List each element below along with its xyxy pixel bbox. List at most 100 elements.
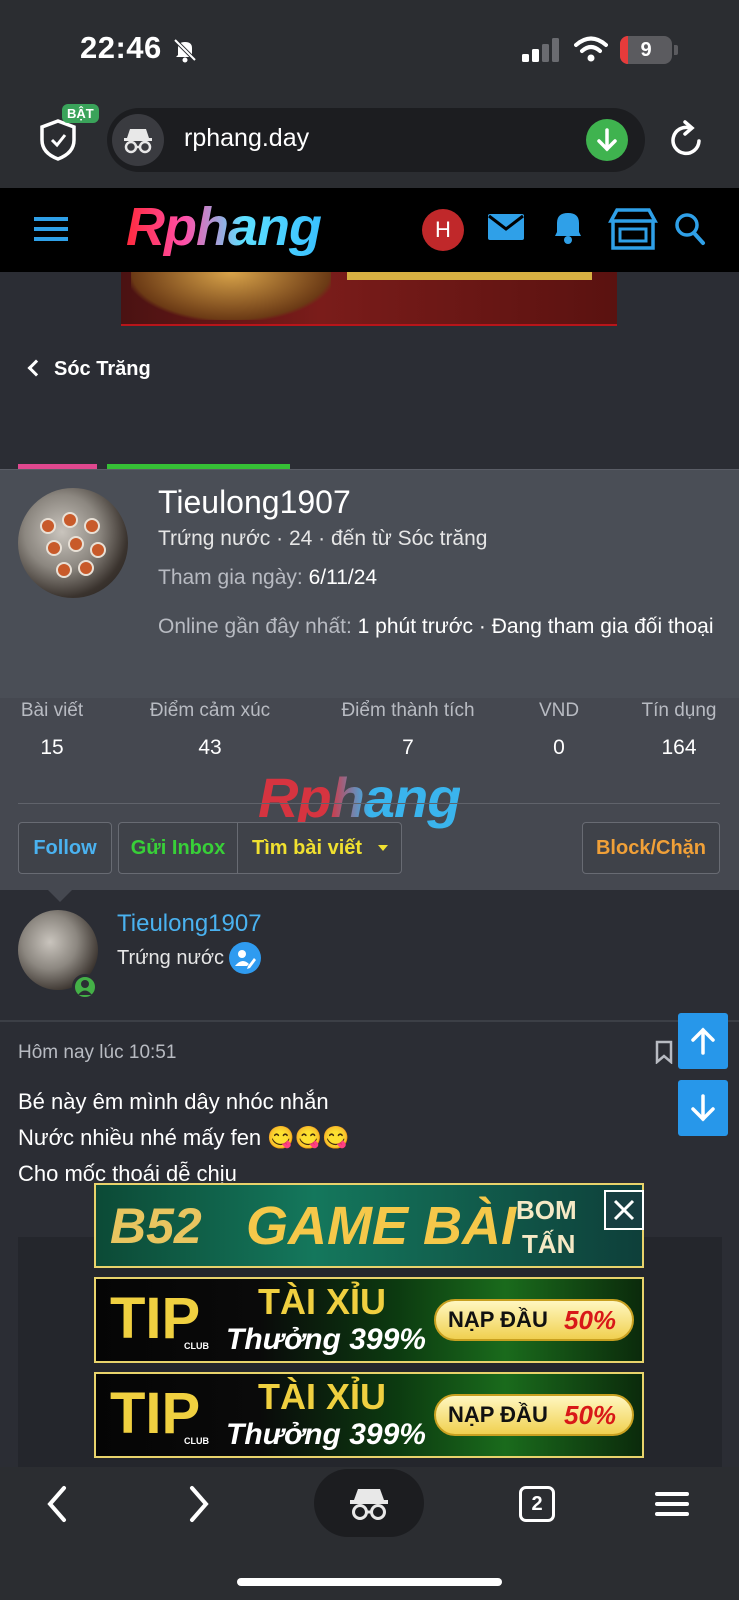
rank-badge-icon: [229, 942, 261, 974]
post-line: Bé này êm mình dây nhóc nhắn: [18, 1089, 329, 1114]
ad-title: TÀI XỈU: [258, 1376, 387, 1417]
member-subtitle: Trứng nước · 24 · đến từ Sóc trăng: [158, 527, 488, 550]
ad-tag: BOM: [516, 1195, 577, 1225]
close-icon: [613, 1199, 635, 1221]
find-posts-dropdown[interactable]: Tìm bài viết: [237, 822, 402, 874]
arrow-up-icon: [691, 1027, 715, 1055]
ad-bonus: Thưởng 399%: [226, 1418, 426, 1451]
post-content: Bé này êm mình dây nhóc nhắn Nước nhiều …: [18, 1084, 349, 1192]
site-logo[interactable]: Rphang: [126, 196, 322, 258]
ad-promo: NẠP ĐẦU: [448, 1402, 548, 1427]
find-posts-label: Tìm bài viết: [252, 837, 363, 859]
stat-reactions[interactable]: Điểm cảm xúc 43: [142, 700, 278, 760]
ad-close-button[interactable]: [604, 1190, 644, 1230]
stat-value: 43: [198, 736, 222, 759]
divider: [0, 1020, 739, 1022]
reload-icon[interactable]: [668, 119, 706, 159]
ad-banner-tip[interactable]: TIP CLUB TÀI XỈU Thưởng 399% NẠP ĐẦU 50%: [94, 1372, 644, 1458]
stat-label: Bài viết: [20, 700, 84, 721]
hamburger-menu-icon[interactable]: [34, 215, 68, 243]
top-ad-banner[interactable]: [121, 272, 617, 326]
incognito-mode-button[interactable]: [314, 1469, 424, 1537]
ad-club: CLUB: [184, 1341, 209, 1351]
ad-brand: B52: [110, 1198, 202, 1254]
scroll-bottom-button[interactable]: [678, 1080, 728, 1136]
chevron-left-icon: [27, 359, 45, 377]
follow-button[interactable]: Follow: [18, 822, 112, 874]
banner-decoration: [131, 272, 331, 320]
bell-muted-icon: [173, 38, 197, 63]
bookmark-icon[interactable]: [655, 1040, 673, 1064]
user-edit-icon: [235, 950, 256, 969]
breadcrumb-back-link[interactable]: Sóc Trăng: [27, 358, 151, 381]
post-author-rank: Trứng nước: [117, 947, 224, 969]
tooltip-arrow: [46, 888, 74, 902]
online-label: Online gần đây nhất:: [158, 615, 352, 638]
battery-percent: 9: [640, 39, 652, 61]
avatar-detail: [84, 518, 100, 534]
battery-indicator: 9: [620, 36, 672, 64]
incognito-icon: [350, 1489, 388, 1520]
member-name[interactable]: Tieulong1907: [158, 484, 351, 521]
notification-bell-icon[interactable]: [551, 208, 585, 246]
ad-promo: NẠP ĐẦU: [448, 1307, 548, 1332]
stat-label: Điểm cảm xúc: [149, 700, 271, 721]
ad-promo-percent: 50%: [564, 1305, 617, 1335]
avatar-detail: [40, 518, 56, 534]
post-timestamp[interactable]: Hôm nay lúc 10:51: [18, 1042, 176, 1064]
stat-value: 164: [661, 736, 697, 759]
send-inbox-button[interactable]: Gửi Inbox: [118, 822, 238, 874]
member-avatar[interactable]: [18, 488, 128, 598]
incognito-icon: [124, 129, 152, 154]
avatar-detail: [78, 560, 94, 576]
download-button[interactable]: [586, 119, 628, 161]
stat-value: 15: [40, 736, 64, 759]
back-arrow-icon[interactable]: [44, 1484, 70, 1524]
watermark-logo: Rphang: [258, 766, 461, 829]
banner-decoration: [347, 272, 592, 280]
caret-down-icon: [377, 845, 388, 851]
avatar-detail: [56, 562, 72, 578]
cellular-signal-icon: [522, 38, 559, 62]
ad-bonus: Thưởng 399%: [226, 1323, 426, 1356]
shield-icon[interactable]: [38, 118, 78, 162]
avatar-detail: [62, 512, 78, 528]
ad-promo-pill: NẠP ĐẦU 50%: [434, 1394, 634, 1436]
stat-label: Tín dụng: [641, 700, 717, 721]
divider: [18, 803, 720, 804]
stat-trophy-points[interactable]: Điểm thành tích 7: [334, 700, 482, 760]
stat-vnd[interactable]: VND 0: [533, 700, 585, 760]
stat-label: Điểm thành tích: [341, 700, 475, 721]
stat-value: 7: [402, 736, 414, 759]
search-icon[interactable]: [674, 212, 706, 246]
post-line: Nước nhiều nhé mấy fen 😋😋😋: [18, 1125, 350, 1150]
home-indicator[interactable]: [237, 1578, 502, 1586]
stat-credit[interactable]: Tín dụng 164: [636, 700, 722, 760]
forward-arrow-icon[interactable]: [186, 1484, 212, 1524]
mail-icon[interactable]: [487, 212, 525, 242]
ad-banner-b52[interactable]: B52 GAME BÀI BOM TẤN: [94, 1183, 644, 1268]
arrow-down-icon: [597, 128, 617, 152]
tabs-button[interactable]: 2: [519, 1486, 555, 1522]
stat-posts[interactable]: Bài viết 15: [18, 700, 86, 760]
online-status-icon: [72, 974, 98, 1000]
ad-promo-percent: 50%: [564, 1400, 617, 1430]
member-last-seen: Online gần đây nhất: 1 phút trước · Đang…: [158, 608, 718, 646]
hamburger-menu-icon[interactable]: [655, 1490, 689, 1518]
battery-tip: [674, 45, 678, 55]
incognito-button[interactable]: [112, 114, 164, 166]
ad-title: GAME BÀI: [246, 1196, 516, 1256]
arrow-down-icon: [691, 1094, 715, 1122]
ad-banner-tip[interactable]: TIP CLUB TÀI XỈU Thưởng 399% NẠP ĐẦU 50%: [94, 1277, 644, 1363]
avatar-detail: [46, 540, 62, 556]
scroll-top-button[interactable]: [678, 1013, 728, 1069]
store-icon[interactable]: [608, 207, 658, 251]
block-button[interactable]: Block/Chặn: [582, 822, 720, 874]
member-joined: Tham gia ngày: 6/11/24: [158, 566, 377, 590]
post-author-name[interactable]: Tieulong1907: [117, 910, 262, 938]
avatar-detail: [90, 542, 106, 558]
user-avatar[interactable]: H: [422, 209, 464, 251]
breadcrumb-label: Sóc Trăng: [54, 358, 151, 380]
shield-status-badge: BẬT: [62, 104, 99, 123]
url-text[interactable]: rphang.day: [184, 124, 309, 153]
